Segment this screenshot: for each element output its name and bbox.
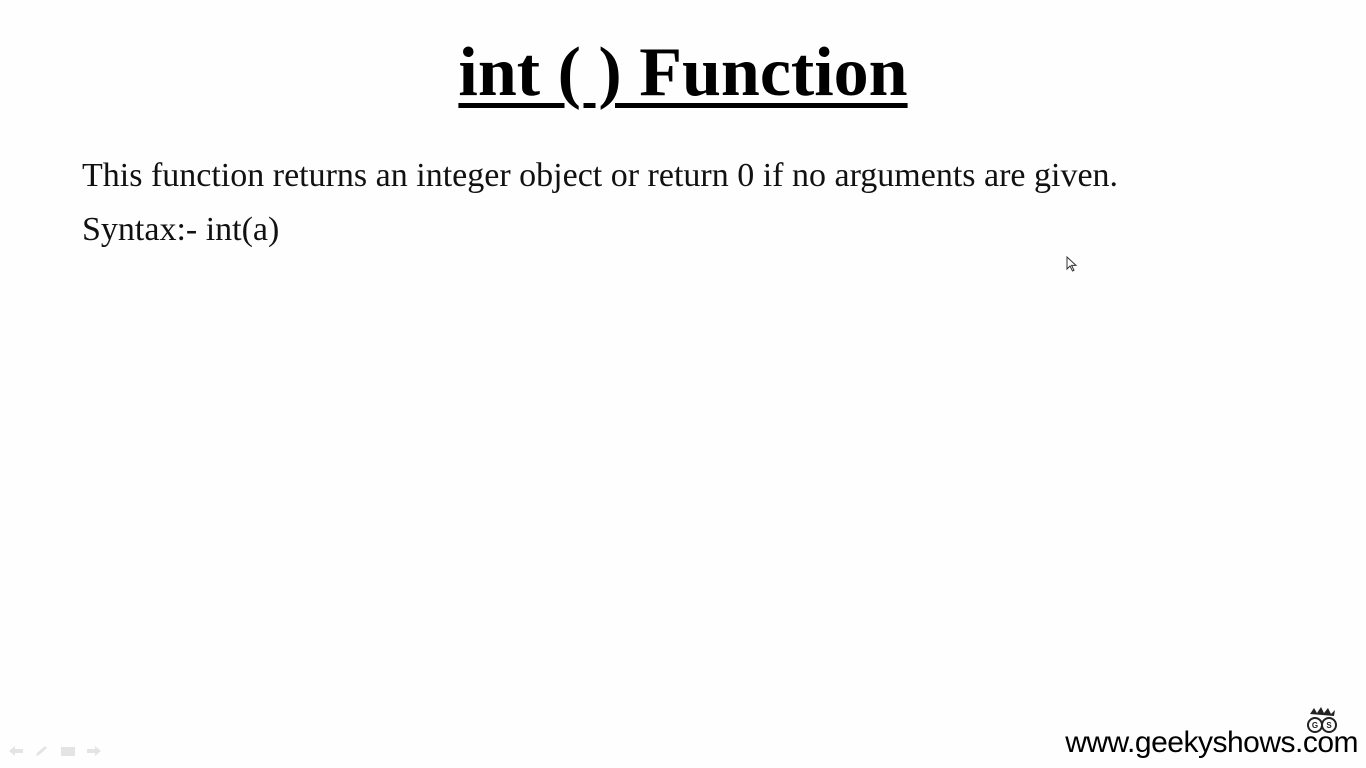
- slideshow-controls: [8, 744, 102, 756]
- pen-icon[interactable]: [34, 744, 50, 756]
- slide-description: This function returns an integer object …: [82, 157, 1119, 194]
- next-slide-icon[interactable]: [86, 744, 102, 756]
- mouse-pointer-icon: [1066, 256, 1078, 272]
- website-watermark: www.geekyshows.com: [1065, 726, 1358, 759]
- presentation-slide: int ( ) Function This function returns a…: [0, 0, 1366, 768]
- slide-title: int ( ) Function: [458, 34, 908, 111]
- previous-slide-icon[interactable]: [8, 744, 24, 756]
- slide-menu-icon[interactable]: [60, 744, 76, 756]
- slide-syntax: Syntax:- int(a): [82, 211, 280, 248]
